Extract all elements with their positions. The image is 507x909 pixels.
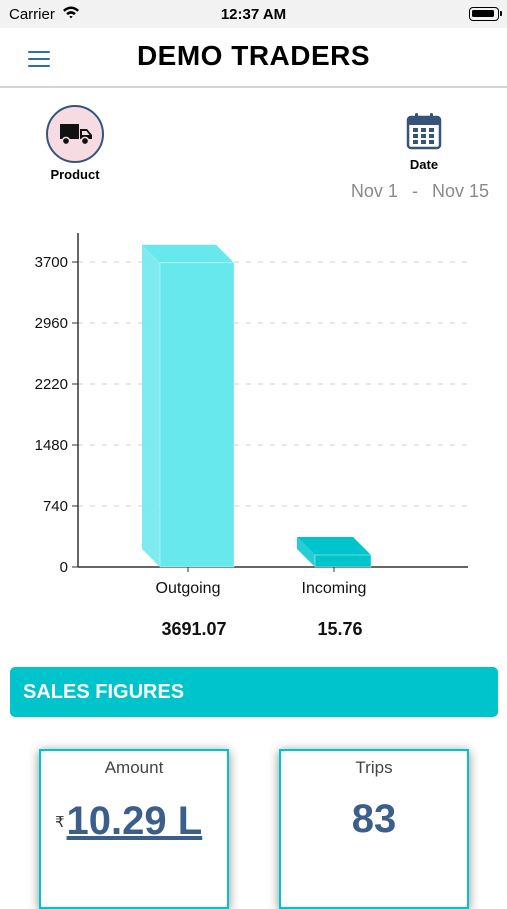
bar-outgoing bbox=[159, 262, 235, 568]
page-title: DEMO TRADERS bbox=[136, 40, 371, 71]
navigation-bar: DEMO TRADERS bbox=[0, 28, 507, 88]
x-tick-label-incoming: Incoming bbox=[302, 580, 367, 597]
bar-chart: 0 740 1480 2220 2960 3700 Outgoing 3691.07 Incom… bbox=[0, 225, 507, 645]
y-tick-label: 0 bbox=[60, 559, 68, 576]
status-bar: Carrier 12:37 AM bbox=[0, 0, 507, 28]
amount-row: ₹10.29 L bbox=[55, 799, 202, 844]
trips-title: Trips bbox=[355, 758, 393, 777]
value-label-incoming: 15.76 bbox=[317, 619, 362, 639]
date-to: Nov 15 bbox=[431, 181, 489, 201]
date-filter-button[interactable]: Date bbox=[400, 112, 448, 172]
bar-incoming bbox=[314, 554, 372, 568]
chart-canvas: 0 740 1480 2220 2960 3700 Outgoing 3691.07 Incom… bbox=[35, 233, 468, 639]
sales-figures-title: SALES FIGURES bbox=[23, 681, 185, 703]
product-label: Product bbox=[50, 167, 100, 182]
rupee-icon: ₹ bbox=[55, 813, 65, 831]
battery-icon bbox=[469, 7, 502, 21]
y-tick-label: 3700 bbox=[35, 254, 68, 271]
x-tick-label-outgoing: Outgoing bbox=[156, 580, 221, 597]
amount-card[interactable]: Amount ₹10.29 L bbox=[39, 749, 229, 909]
value-label-outgoing: 3691.07 bbox=[161, 619, 226, 639]
product-filter-button[interactable]: Product bbox=[42, 105, 108, 182]
amount-title: Amount bbox=[104, 758, 164, 777]
sales-figures-header: SALES FIGURES bbox=[10, 667, 498, 717]
y-tick-label: 1480 bbox=[35, 437, 68, 454]
truck-icon bbox=[46, 105, 104, 163]
y-tick-label: 2220 bbox=[35, 376, 68, 393]
trips-value: 83 bbox=[351, 797, 397, 841]
date-label: Date bbox=[409, 157, 439, 172]
date-separator: - bbox=[411, 181, 418, 201]
date-range[interactable]: Nov 1- Nov 15 bbox=[351, 181, 489, 202]
y-tick-label: 2960 bbox=[35, 315, 68, 332]
date-from: Nov 1 bbox=[350, 181, 398, 201]
bar-outgoing-side bbox=[142, 244, 160, 567]
clock: 12:37 AM bbox=[220, 6, 287, 23]
amount-value-link[interactable]: 10.29 L bbox=[67, 799, 203, 843]
trips-card[interactable]: Trips 83 bbox=[279, 749, 469, 909]
y-tick-label: 740 bbox=[43, 498, 68, 515]
calendar-icon bbox=[406, 113, 442, 150]
